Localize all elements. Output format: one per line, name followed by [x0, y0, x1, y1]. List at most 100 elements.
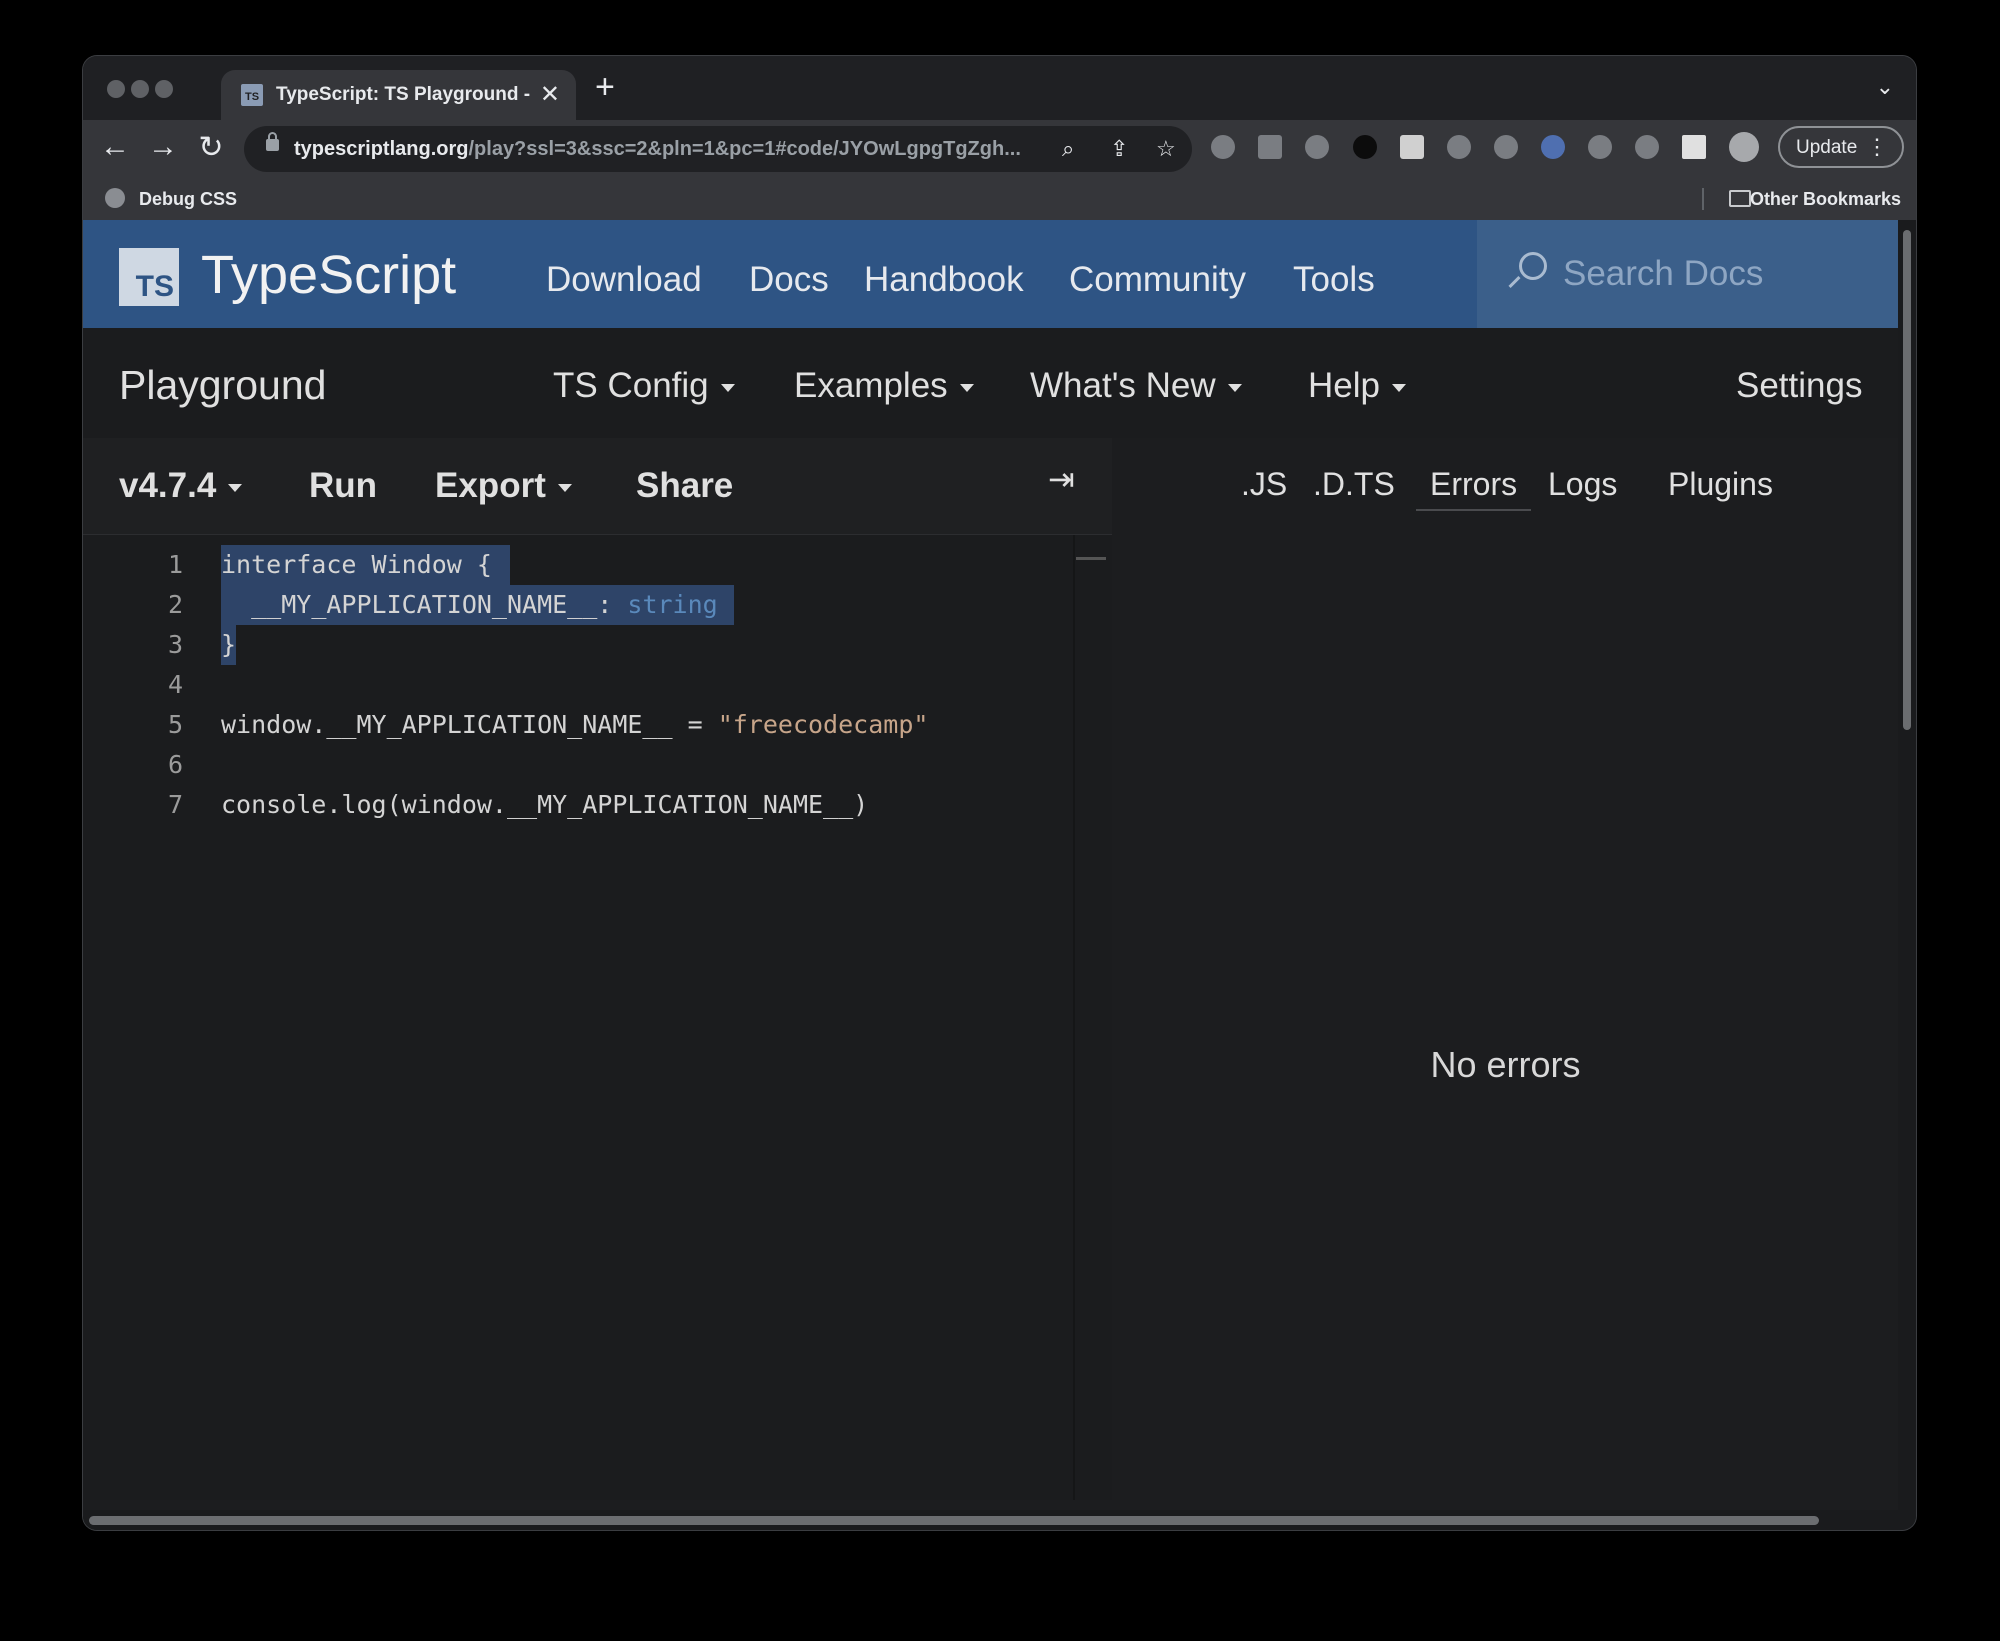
chevron-down-icon — [959, 383, 974, 392]
search-icon — [1519, 252, 1547, 280]
extension-blue-icon[interactable] — [1541, 135, 1565, 159]
new-tab-button[interactable]: + — [595, 68, 615, 107]
bookmark-star-icon[interactable]: ☆ — [1156, 136, 1176, 162]
brand-name[interactable]: TypeScript — [201, 244, 456, 306]
zoom-icon[interactable]: ⌕ — [1062, 136, 1074, 162]
line-number: 7 — [167, 790, 183, 819]
line-number: 4 — [167, 670, 183, 699]
minimize-window-button[interactable] — [131, 80, 149, 98]
back-icon[interactable]: ← — [97, 130, 133, 164]
code-text: console.log(window.__MY_APPLICATION_NAME… — [221, 790, 869, 819]
typescript-logo[interactable]: TS — [119, 248, 179, 306]
menu-examples[interactable]: Examples — [794, 366, 974, 406]
folder-icon — [1729, 190, 1751, 207]
playground-nav: Playground TS Config Examples What's New… — [83, 328, 1898, 438]
search-docs-input[interactable]: Search Docs — [1477, 220, 1898, 328]
chevron-down-icon — [1391, 383, 1406, 392]
settings-link[interactable]: Settings — [1736, 366, 1862, 406]
menu-help[interactable]: Help — [1308, 366, 1406, 406]
site-header: TS TypeScript Download Docs Handbook Com… — [83, 220, 1898, 328]
line-number: 1 — [167, 550, 183, 579]
address-bar[interactable]: typescriptlang.org/play?ssl=3&ssc=2&pln=… — [244, 126, 1192, 172]
lock-icon — [266, 132, 279, 151]
browser-tab[interactable]: TS TypeScript: TS Playground - An online… — [221, 70, 576, 120]
tab-title: TypeScript: TS Playground - An online ed… — [276, 84, 531, 105]
chevron-down-icon — [557, 483, 572, 492]
close-window-button[interactable] — [107, 80, 125, 98]
forward-icon[interactable]: → — [145, 130, 181, 164]
code-text: } — [221, 625, 237, 665]
menu-ts-config[interactable]: TS Config — [553, 366, 735, 406]
vertical-scrollbar[interactable] — [1898, 220, 1916, 1530]
extension-square-icon[interactable] — [1400, 135, 1424, 159]
browser-window: TS TypeScript: TS Playground - An online… — [83, 56, 1916, 1530]
line-number: 3 — [167, 630, 183, 659]
share-page-icon[interactable]: ⇪ — [1110, 136, 1128, 162]
scrollbar-thumb[interactable] — [1903, 230, 1911, 730]
tab-js[interactable]: .JS — [1241, 466, 1287, 509]
extension-grammarly-icon[interactable] — [1211, 135, 1235, 159]
tab-errors[interactable]: Errors — [1416, 466, 1532, 511]
profile-avatar[interactable] — [1729, 132, 1759, 162]
code-text: interface Window { — [221, 545, 510, 585]
bookmark-debug-css[interactable]: Debug CSS — [139, 189, 237, 210]
share-button[interactable]: Share — [636, 466, 733, 506]
page-title: Playground — [119, 362, 327, 408]
nav-handbook[interactable]: Handbook — [864, 260, 1024, 300]
typescript-favicon-icon: TS — [241, 84, 263, 106]
editor-divider[interactable] — [1073, 535, 1075, 1500]
run-button[interactable]: Run — [309, 466, 377, 506]
line-number: 2 — [167, 590, 183, 619]
side-panel-icon[interactable] — [1682, 135, 1706, 159]
line-number: 5 — [167, 710, 183, 739]
version-select[interactable]: v4.7.4 — [119, 466, 243, 506]
extension-glasses-icon[interactable] — [1494, 135, 1518, 159]
code-line[interactable]: 5 window.__MY_APPLICATION_NAME__ = "free… — [83, 705, 1073, 745]
tab-search-icon[interactable]: ⌄ — [1876, 74, 1894, 100]
editor-toolbar: v4.7.4 Run Export Share ⇥ — [83, 438, 1112, 535]
tab-logs[interactable]: Logs — [1548, 466, 1617, 509]
extension-target-icon[interactable] — [1305, 135, 1329, 159]
code-line[interactable]: 6 — [83, 745, 1073, 785]
menu-whats-new[interactable]: What's New — [1030, 366, 1242, 406]
nav-community[interactable]: Community — [1069, 260, 1246, 300]
minimap[interactable] — [1076, 557, 1106, 560]
nav-docs[interactable]: Docs — [749, 260, 829, 300]
code-line[interactable]: 7 console.log(window.__MY_APPLICATION_NA… — [83, 785, 1073, 825]
code-editor[interactable]: 1 interface Window { 2 __MY_APPLICATION_… — [83, 535, 1112, 1500]
update-button[interactable]: Update ⋮ — [1778, 126, 1904, 168]
horizontal-scrollbar[interactable] — [83, 1510, 1898, 1530]
code-line[interactable]: 4 — [83, 665, 1073, 705]
extension-fox-icon[interactable] — [1588, 135, 1612, 159]
collapse-sidebar-icon[interactable]: ⇥ — [1048, 460, 1075, 498]
extension-dark-icon[interactable] — [1353, 135, 1377, 159]
nav-download[interactable]: Download — [546, 260, 702, 300]
extensions-puzzle-icon[interactable] — [1635, 135, 1659, 159]
line-number: 6 — [167, 750, 183, 779]
tab-strip: TS TypeScript: TS Playground - An online… — [83, 56, 1916, 120]
chevron-down-icon — [228, 483, 243, 492]
code-line[interactable]: 2 __MY_APPLICATION_NAME__: string — [83, 585, 1073, 625]
tab-dts[interactable]: .D.TS — [1313, 466, 1395, 509]
extension-m-icon[interactable] — [1258, 135, 1282, 159]
extension-shield-icon[interactable] — [1447, 135, 1471, 159]
close-tab-icon[interactable]: ✕ — [540, 80, 560, 109]
chevron-down-icon — [1227, 383, 1242, 392]
bookmark-separator — [1702, 188, 1704, 210]
nav-tools[interactable]: Tools — [1293, 260, 1375, 300]
export-button[interactable]: Export — [435, 466, 572, 506]
globe-icon — [105, 188, 125, 208]
code-text: __MY_APPLICATION_NAME__: string — [221, 585, 734, 625]
browser-toolbar: ← → ↻ typescriptlang.org/play?ssl=3&ssc=… — [83, 120, 1916, 178]
page-content: TS TypeScript Download Docs Handbook Com… — [83, 220, 1898, 1530]
no-errors-message: No errors — [1430, 1044, 1581, 1085]
code-line[interactable]: 1 interface Window { — [83, 545, 1073, 585]
tab-plugins[interactable]: Plugins — [1668, 466, 1773, 509]
reload-icon[interactable]: ↻ — [193, 130, 229, 165]
url-text[interactable]: typescriptlang.org/play?ssl=3&ssc=2&pln=… — [294, 138, 1021, 161]
code-line[interactable]: 3 } — [83, 625, 1073, 665]
scrollbar-thumb[interactable] — [89, 1516, 1819, 1525]
chevron-down-icon — [720, 383, 735, 392]
maximize-window-button[interactable] — [155, 80, 173, 98]
other-bookmarks[interactable]: Other Bookmarks — [1750, 189, 1901, 210]
